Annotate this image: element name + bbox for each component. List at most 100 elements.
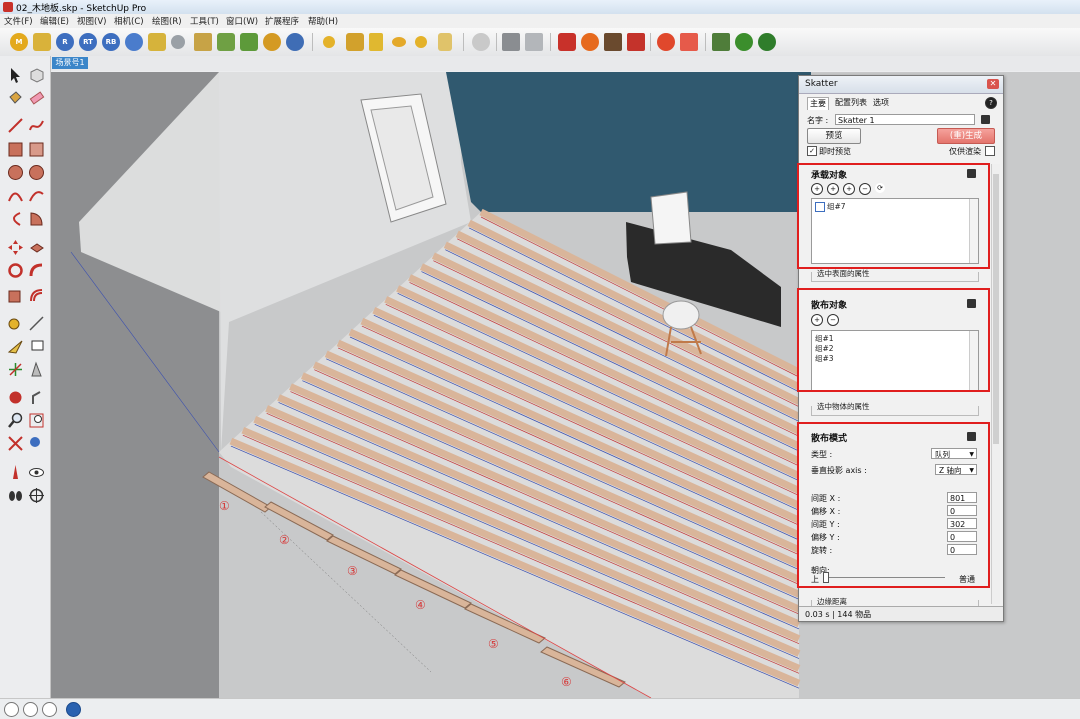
three-point-arc-icon[interactable] [6, 209, 25, 228]
frame-tool-icon[interactable] [604, 33, 622, 51]
gear-tool-icon[interactable] [657, 33, 675, 51]
highlight-box [797, 163, 990, 269]
menu-edit[interactable]: 编辑(E) [40, 15, 69, 27]
left-toolbar [0, 56, 51, 698]
sketchup-app-icon [3, 2, 13, 12]
3d-text-icon[interactable] [27, 360, 46, 379]
look-around-icon[interactable] [27, 463, 46, 482]
spotlight-tool-icon[interactable] [369, 33, 383, 51]
pause-tool-icon[interactable] [286, 33, 304, 51]
name-input[interactable]: Skatter 1 [835, 114, 975, 125]
text-icon[interactable] [27, 337, 46, 356]
ruby-tool-icon[interactable] [558, 33, 576, 51]
grid-tool-icon[interactable] [680, 33, 698, 51]
scale-icon[interactable] [6, 286, 25, 305]
line-icon[interactable] [6, 116, 25, 135]
tree-tool-icon[interactable] [735, 33, 753, 51]
help-icon[interactable] [66, 702, 81, 717]
move-icon[interactable] [6, 238, 25, 257]
rt-tool-icon[interactable]: RT [79, 33, 97, 51]
label-tool-icon[interactable] [148, 33, 166, 51]
zoom-window-icon[interactable] [27, 411, 46, 430]
two-point-arc-icon[interactable] [27, 186, 46, 205]
light-tool-icon[interactable] [323, 36, 335, 48]
render-only-checkbox[interactable] [985, 146, 995, 156]
help-tool-icon[interactable] [125, 33, 143, 51]
render-tool-icon[interactable] [581, 33, 599, 51]
info-icon[interactable] [23, 702, 38, 717]
tab-options[interactable]: 选项 [871, 97, 891, 109]
r-tool-icon[interactable]: R [56, 33, 74, 51]
paint-bucket-icon[interactable] [6, 88, 25, 107]
follow-me-icon[interactable] [27, 261, 46, 280]
panel-scrollbar[interactable] [991, 164, 1000, 604]
tape-measure-icon[interactable] [6, 314, 25, 333]
close-icon[interactable]: ✕ [987, 79, 999, 89]
offset-icon[interactable] [27, 286, 46, 305]
tag-tool-icon[interactable] [33, 33, 51, 51]
host-props-legend[interactable]: 选中表面的属性 [815, 268, 872, 279]
scene-tab[interactable]: 场景号1 [52, 57, 88, 69]
dimension-icon[interactable] [27, 314, 46, 333]
menu-help[interactable]: 帮助(H) [308, 15, 338, 27]
pan-icon[interactable] [27, 388, 46, 407]
pie-icon[interactable] [27, 209, 46, 228]
geo-location-icon[interactable] [4, 702, 19, 717]
menu-draw[interactable]: 绘图(R) [152, 15, 182, 27]
wand-tool-icon[interactable] [194, 33, 212, 51]
panel-scrollbar-thumb[interactable] [993, 174, 999, 444]
position-camera-icon[interactable] [6, 463, 25, 482]
polygon-icon[interactable] [27, 163, 46, 182]
m-tool-icon[interactable]: M [10, 33, 28, 51]
window-tool-icon[interactable] [712, 33, 730, 51]
arc-icon[interactable] [6, 186, 25, 205]
section-tool-icon[interactable] [502, 33, 520, 51]
menu-camera[interactable]: 相机(C) [114, 15, 144, 27]
tree-tool-icon[interactable] [217, 33, 235, 51]
orbit-icon[interactable] [6, 388, 25, 407]
protractor-icon[interactable] [6, 337, 25, 356]
freehand-icon[interactable] [27, 116, 46, 135]
user-icon[interactable] [42, 702, 57, 717]
rectangle-icon[interactable] [6, 140, 25, 159]
tab-presets[interactable]: 配置列表 [833, 97, 869, 109]
rotated-rectangle-icon[interactable] [27, 140, 46, 159]
forest-tool-icon[interactable] [758, 33, 776, 51]
save-icon[interactable] [981, 115, 990, 124]
book-tool-icon[interactable] [627, 33, 645, 51]
menu-extensions[interactable]: 扩展程序 [265, 15, 299, 27]
preview-button[interactable]: 预览 [807, 128, 861, 144]
zoom-extents-icon[interactable] [6, 434, 25, 453]
cone-tool-icon[interactable] [438, 33, 452, 51]
dome-tool-icon[interactable] [392, 37, 406, 47]
select-arrow-icon[interactable] [6, 66, 25, 85]
lamp-tool-icon[interactable] [346, 33, 364, 51]
zoom-extents-tool-icon[interactable] [525, 33, 543, 51]
rotate-icon[interactable] [6, 261, 25, 280]
instant-preview-checkbox[interactable]: ✓ [807, 146, 817, 156]
generate-button[interactable]: (重)生成 [937, 128, 995, 144]
tab-main[interactable]: 主要 [807, 97, 829, 110]
rb-tool-icon[interactable]: RB [102, 33, 120, 51]
push-pull-icon[interactable] [27, 238, 46, 257]
zoom-icon[interactable] [6, 411, 25, 430]
walk-icon[interactable] [6, 486, 25, 505]
highlight-box [797, 422, 990, 588]
sphere-tool-icon[interactable] [171, 35, 185, 49]
plant-tool-icon[interactable] [240, 33, 258, 51]
section-plane-icon[interactable] [27, 486, 46, 505]
skatter-title-bar[interactable]: Skatter ✕ [799, 76, 1003, 94]
menu-view[interactable]: 视图(V) [77, 15, 106, 27]
bulb-tool-icon[interactable] [415, 36, 427, 48]
axes-icon[interactable] [6, 360, 25, 379]
circle-icon[interactable] [6, 163, 25, 182]
scatter-props-legend[interactable]: 选中物体的属性 [815, 401, 872, 412]
previous-view-icon[interactable] [27, 434, 46, 453]
menu-tools[interactable]: 工具(T) [190, 15, 219, 27]
component-icon[interactable] [27, 66, 46, 85]
menu-window[interactable]: 窗口(W) [226, 15, 258, 27]
menu-file[interactable]: 文件(F) [4, 15, 33, 27]
globe-tool-icon[interactable] [263, 33, 281, 51]
eraser-icon[interactable] [27, 88, 46, 107]
help-icon[interactable]: ? [985, 97, 997, 109]
